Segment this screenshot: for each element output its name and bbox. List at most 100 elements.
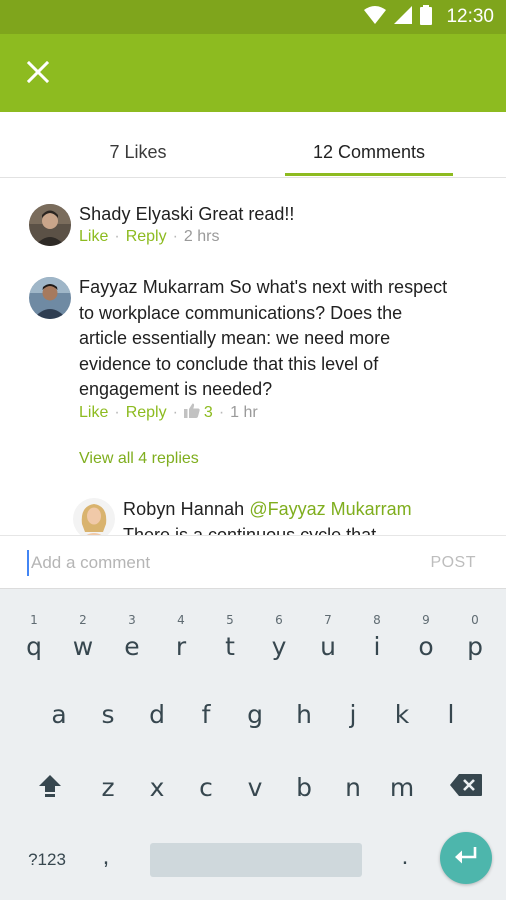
symbols-key[interactable]: ?123 — [14, 841, 80, 879]
separator-dot: · — [114, 228, 120, 245]
key-h[interactable]: h — [280, 683, 328, 745]
comment-body: Shady Elyaski Great read!! — [79, 202, 491, 228]
key-e[interactable]: 3e — [108, 609, 156, 671]
key-letter: o — [418, 631, 434, 661]
key-p[interactable]: 0p — [451, 609, 499, 671]
key-letter: y — [271, 631, 287, 661]
key-s[interactable]: s — [84, 683, 132, 745]
key-i[interactable]: 8i — [353, 609, 401, 671]
status-bar: 12:30 — [0, 0, 506, 34]
key-letter: u — [320, 631, 336, 661]
tab-comments[interactable]: 12 Comments — [285, 142, 453, 163]
separator-dot: · — [114, 404, 120, 421]
shift-key[interactable] — [26, 761, 74, 813]
space-key[interactable] — [150, 843, 362, 877]
comment-text: There is a continuous cycle that — [123, 524, 377, 536]
comma-key[interactable]: , — [86, 835, 126, 879]
key-n[interactable]: n — [329, 756, 377, 818]
key-t[interactable]: 5t — [206, 609, 254, 671]
key-m[interactable]: m — [378, 756, 426, 818]
comment-text-line: engagement is needed? — [79, 379, 273, 399]
enter-key[interactable] — [440, 832, 492, 884]
key-letter: i — [373, 631, 381, 661]
comment-meta: Like · Reply · 3 · 1 hr — [79, 403, 258, 423]
like-link[interactable]: Like — [79, 404, 108, 422]
comment-body: Robyn Hannah @Fayyaz Mukarram There is a… — [123, 497, 493, 535]
key-f[interactable]: f — [182, 683, 230, 745]
avatar[interactable] — [73, 498, 115, 535]
like-link[interactable]: Like — [79, 228, 108, 246]
key-q[interactable]: 1q — [10, 609, 58, 671]
key-d[interactable]: d — [133, 683, 181, 745]
comment-author[interactable]: Shady Elyaski — [79, 204, 193, 224]
key-j[interactable]: j — [329, 683, 377, 745]
status-time: 12:30 — [446, 6, 494, 27]
key-letter: t — [225, 631, 235, 661]
comment-input[interactable] — [27, 550, 387, 576]
status-icons: 12:30 — [364, 4, 494, 30]
reply-link[interactable]: Reply — [126, 228, 167, 246]
comment-text: Great read!! — [198, 204, 295, 224]
key-hint-number: 1 — [30, 613, 38, 627]
app-bar — [0, 34, 506, 112]
active-tab-indicator — [285, 173, 453, 176]
backspace-key[interactable] — [440, 761, 492, 813]
comment-text: So what's next with respect — [229, 277, 448, 297]
key-w[interactable]: 2w — [59, 609, 107, 671]
key-g[interactable]: g — [231, 683, 279, 745]
key-c[interactable]: c — [182, 756, 230, 818]
mention-link[interactable]: @Fayyaz Mukarram — [249, 499, 411, 519]
thumbs-up-icon — [183, 403, 200, 423]
close-icon — [26, 60, 50, 88]
battery-icon — [420, 4, 433, 30]
comment-time: 2 hrs — [183, 228, 220, 245]
key-a[interactable]: a — [35, 683, 83, 745]
key-u[interactable]: 7u — [304, 609, 352, 671]
comment-text-line: article essentially mean: we need more — [79, 328, 391, 348]
key-hint-number: 5 — [226, 613, 234, 627]
separator-dot: · — [172, 228, 178, 245]
key-letter: e — [124, 631, 140, 661]
soft-keyboard: 1q2w3e4r5t6y7u8i9o0p asdfghjkl zxcvbnm ?… — [0, 589, 506, 900]
comment-time: 1 hr — [230, 404, 258, 421]
comment-text-line: evidence to conclude that this level of — [79, 353, 379, 374]
key-hint-number: 4 — [177, 613, 185, 627]
signal-icon — [394, 5, 413, 29]
key-letter: q — [26, 631, 42, 661]
likes-count[interactable]: 3 — [183, 403, 213, 423]
view-replies-link[interactable]: View all 4 replies — [79, 450, 199, 468]
tab-bar: 7 Likes 12 Comments — [0, 112, 506, 178]
key-z[interactable]: z — [84, 756, 132, 818]
key-hint-number: 7 — [324, 613, 332, 627]
key-hint-number: 9 — [422, 613, 430, 627]
likes-number: 3 — [203, 404, 213, 421]
post-button[interactable]: POST — [430, 554, 476, 572]
comment-author[interactable]: Fayyaz Mukarram — [79, 277, 225, 297]
backspace-icon — [449, 773, 483, 802]
comments-list[interactable]: Shady Elyaski Great read!! Like · Reply … — [0, 179, 506, 535]
avatar[interactable] — [29, 204, 71, 246]
wifi-icon — [364, 5, 387, 29]
comment-author[interactable]: Robyn Hannah — [123, 499, 244, 519]
key-b[interactable]: b — [280, 756, 328, 818]
key-r[interactable]: 4r — [157, 609, 205, 671]
tab-likes[interactable]: 7 Likes — [40, 142, 236, 163]
key-o[interactable]: 9o — [402, 609, 450, 671]
key-x[interactable]: x — [133, 756, 181, 818]
comment-composer: POST — [0, 535, 506, 589]
key-hint-number: 3 — [128, 613, 136, 627]
key-y[interactable]: 6y — [255, 609, 303, 671]
key-letter: p — [467, 631, 483, 661]
key-k[interactable]: k — [378, 683, 426, 745]
close-button[interactable] — [20, 56, 56, 92]
avatar[interactable] — [29, 277, 71, 319]
key-l[interactable]: l — [427, 683, 475, 745]
period-key[interactable]: . — [385, 835, 425, 879]
reply-link[interactable]: Reply — [126, 404, 167, 422]
enter-icon — [453, 845, 479, 872]
key-v[interactable]: v — [231, 756, 279, 818]
separator-dot: · — [172, 404, 178, 421]
shift-icon — [37, 772, 63, 803]
comment-body: Fayyaz Mukarram So what's next with resp… — [79, 275, 491, 403]
key-letter: r — [175, 631, 187, 661]
